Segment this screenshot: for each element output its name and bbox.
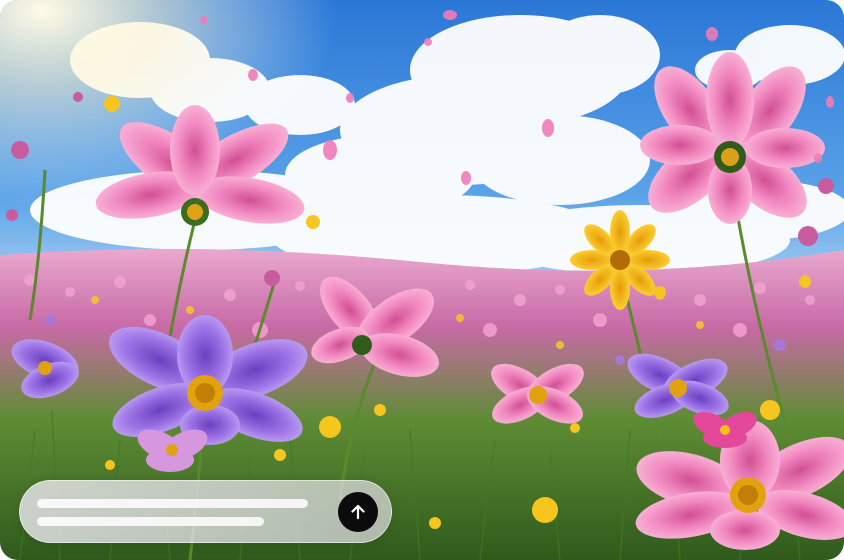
prompt-composer[interactable] bbox=[19, 480, 392, 543]
send-button[interactable] bbox=[338, 492, 378, 532]
app-frame bbox=[0, 0, 844, 560]
placeholder-line bbox=[37, 499, 308, 508]
placeholder-line bbox=[37, 517, 264, 526]
arrow-up-icon bbox=[351, 504, 365, 520]
hero-image bbox=[0, 0, 844, 560]
